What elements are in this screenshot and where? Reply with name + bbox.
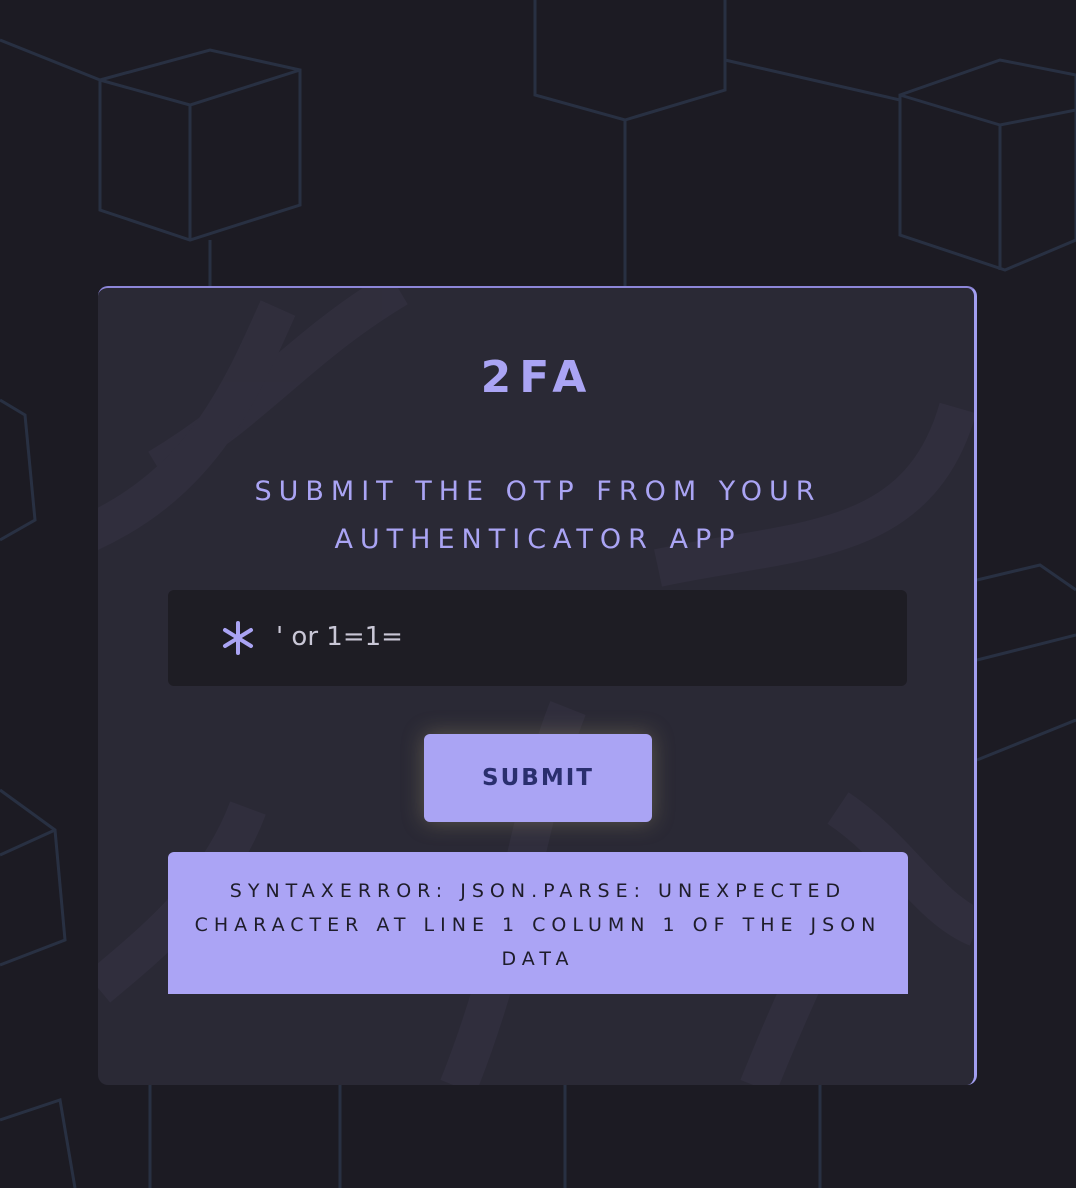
page-title: 2FA	[480, 352, 595, 403]
two-factor-card: 2FA SUBMIT THE OTP FROM YOUR AUTHENTICAT…	[98, 286, 977, 1085]
instruction-text: SUBMIT THE OTP FROM YOUR AUTHENTICATOR A…	[254, 476, 822, 555]
error-message: SYNTAXERROR: JSON.PARSE: UNEXPECTED CHAR…	[168, 852, 908, 994]
card-border-gap	[973, 684, 974, 1085]
otp-field[interactable]	[168, 590, 907, 686]
submit-button[interactable]: SUBMIT	[424, 734, 652, 822]
asterisk-icon	[223, 621, 253, 655]
otp-input[interactable]	[276, 612, 876, 662]
